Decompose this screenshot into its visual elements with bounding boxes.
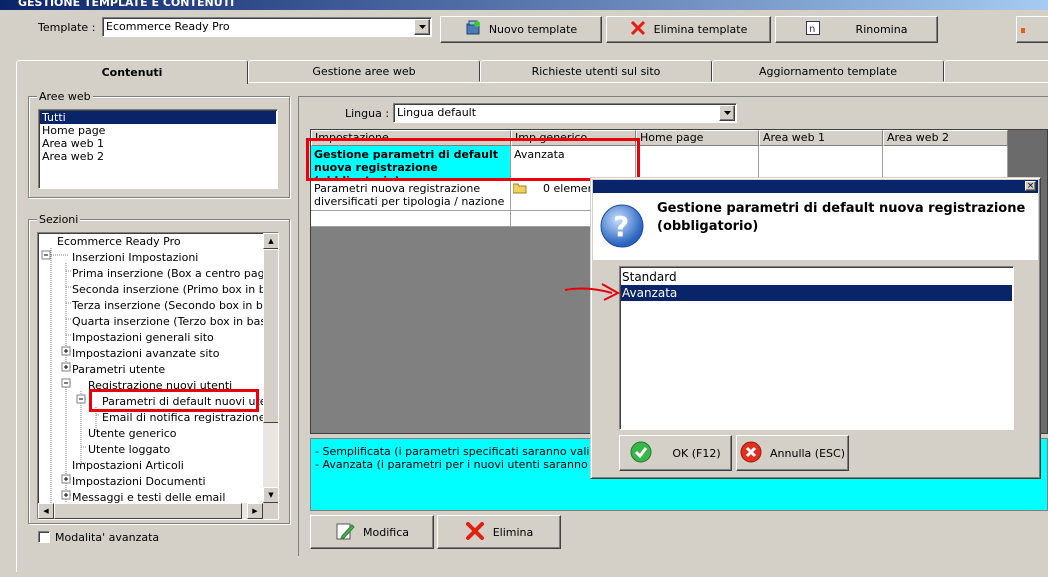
cancel-button[interactable]: Annulla (ESC) [736,435,849,471]
grid-header[interactable]: Home page [636,130,759,146]
chevron-down-icon[interactable] [719,105,735,121]
scroll-left-icon[interactable]: ◀ [38,503,54,519]
tree-node[interactable]: Prima inserzione (Box a centro pagina) [72,266,278,282]
tree-node[interactable]: Impostazioni Documenti [72,474,206,490]
aree-web-list[interactable]: Tutti Home page Area web 1 Area web 2 [38,109,278,189]
delete-template-button[interactable]: Elimina template [606,16,771,43]
list-item[interactable]: Area web 1 [40,137,276,150]
tab-contenuti[interactable]: Contenuti [16,60,248,84]
grid-cell-setting[interactable]: Parametri nuova registrazione diversific… [311,181,511,211]
grid-header[interactable]: Area web 1 [759,130,883,146]
choice-dialog: × ? Gestione parametri di default nuova … [590,177,1041,479]
annotation-box-grid [306,138,640,181]
grid-cell[interactable] [636,146,759,181]
tree-node[interactable]: Utente generico [88,426,177,442]
sezioni-group: Sezioni Ecommerce Ready Pro Inserzioni I… [28,213,290,524]
annotation-box-tree [89,389,259,412]
tree-node[interactable]: Quarta inserzione (Terzo box in basso) [72,314,278,330]
grid-cell[interactable] [883,146,1008,181]
dialog-header: ? Gestione parametri di default nuova re… [593,193,1038,260]
list-item[interactable]: Area web 2 [40,150,276,163]
tree-node[interactable]: Parametri utente [72,362,165,378]
tree-node[interactable]: Seconda inserzione (Primo box in basso) [72,282,278,298]
tab-aggiornamento-template-label: Aggiornamento template [759,64,897,78]
aree-web-label: Aree web [37,90,93,103]
delete-icon [630,20,646,39]
tree-hscrollbar[interactable]: ◀ ▶ [38,503,263,519]
svg-text:n: n [809,24,815,35]
rename-button[interactable]: n Rinomina [775,16,938,43]
advanced-mode-label: Modalita' avanzata [55,531,160,544]
tree-node-root[interactable]: Ecommerce Ready Pro [57,234,181,250]
tree-node[interactable]: Terza inserzione (Secondo box in basso) [72,298,278,314]
svg-text:?: ? [613,210,629,243]
edit-button[interactable]: Modifica [310,515,434,549]
lingua-select-value: Lingua default [397,106,477,119]
tree-node[interactable]: Inserzioni Impostazioni [72,250,198,266]
grid-cell[interactable] [311,211,511,227]
delete-icon [465,521,485,544]
tree-node[interactable]: Impostazioni avanzate sito [72,346,219,362]
grid-cell[interactable] [759,146,883,181]
delete-button[interactable]: Elimina [437,515,561,549]
close-window-button[interactable] [1016,16,1048,43]
sezioni-tree[interactable]: Ecommerce Ready Pro Inserzioni Impostazi… [37,232,279,520]
list-item[interactable]: Home page [40,124,276,137]
chevron-down-icon[interactable] [414,19,430,35]
tree-vscrollbar[interactable]: ▲ ▼ [263,233,278,503]
template-label: Template : [38,21,96,34]
edit-label: Modifica [363,525,409,539]
cancel-icon [740,441,762,466]
scroll-down-icon[interactable]: ▼ [263,487,278,503]
ok-button[interactable]: OK (F12) [619,435,732,471]
option-item-selected[interactable]: Avanzata [621,285,1012,301]
tab-gestione-aree-web-label: Gestione aree web [312,64,416,78]
tree-node[interactable]: Utente loggato [88,442,170,458]
rename-icon: n [805,21,820,38]
scroll-right-icon[interactable]: ▶ [247,503,263,519]
dialog-title-bar: × [593,180,1038,193]
new-template-button[interactable]: Nuovo template [440,16,602,43]
check-icon [630,441,652,466]
new-template-icon [465,20,481,39]
grid-header[interactable]: Area web 2 [883,130,1008,146]
close-icon[interactable]: × [1025,181,1036,191]
rename-label: Rinomina [855,23,908,36]
tab-richieste-utenti-label: Richieste utenti sul sito [531,64,661,78]
lingua-label: Lingua : [345,107,390,120]
delete-template-label: Elimina template [653,23,748,36]
tab-gestione-aree-web[interactable]: Gestione aree web [248,60,480,82]
advanced-mode-checkbox[interactable] [38,531,50,543]
ok-label: OK (F12) [672,446,721,460]
tab-aggiornamento-template[interactable]: Aggiornamento template [712,60,944,82]
dialog-title: Gestione parametri di default nuova regi… [657,201,1026,234]
tab-richieste-utenti[interactable]: Richieste utenti sul sito [480,60,712,82]
scroll-hthumb[interactable] [54,503,242,519]
scroll-up-icon[interactable]: ▲ [263,233,278,249]
question-icon: ? [599,203,645,252]
option-list[interactable]: Standard Avanzata [619,266,1014,430]
lingua-select[interactable]: Lingua default [393,103,737,123]
template-select-value: Ecommerce Ready Pro [106,20,230,33]
window-title-bar: GESTIONE TEMPLATE E CONTENUTI [0,0,1048,10]
edit-icon [335,521,355,544]
template-select[interactable]: Ecommerce Ready Pro [102,17,432,37]
aree-web-group: Aree web Tutti Home page Area web 1 Area… [28,90,290,198]
delete-label: Elimina [492,525,534,539]
list-item[interactable]: Tutti [40,111,276,124]
tab-more[interactable] [944,60,1048,82]
annotation-arrow [564,283,621,301]
tree-node[interactable]: Impostazioni Articoli [72,458,184,474]
tab-contenuti-label: Contenuti [101,66,163,79]
cancel-label: Annulla (ESC) [770,446,845,460]
tree-node[interactable]: Email di notifica registrazione utenti [102,410,278,426]
sezioni-label: Sezioni [37,213,81,226]
folder-icon [512,182,527,197]
tree-node[interactable]: Impostazioni generali sito [72,330,214,346]
new-template-label: Nuovo template [488,23,578,36]
option-item[interactable]: Standard [621,269,1012,285]
window-title: GESTIONE TEMPLATE E CONTENUTI [18,0,235,9]
scroll-thumb[interactable] [263,249,278,423]
